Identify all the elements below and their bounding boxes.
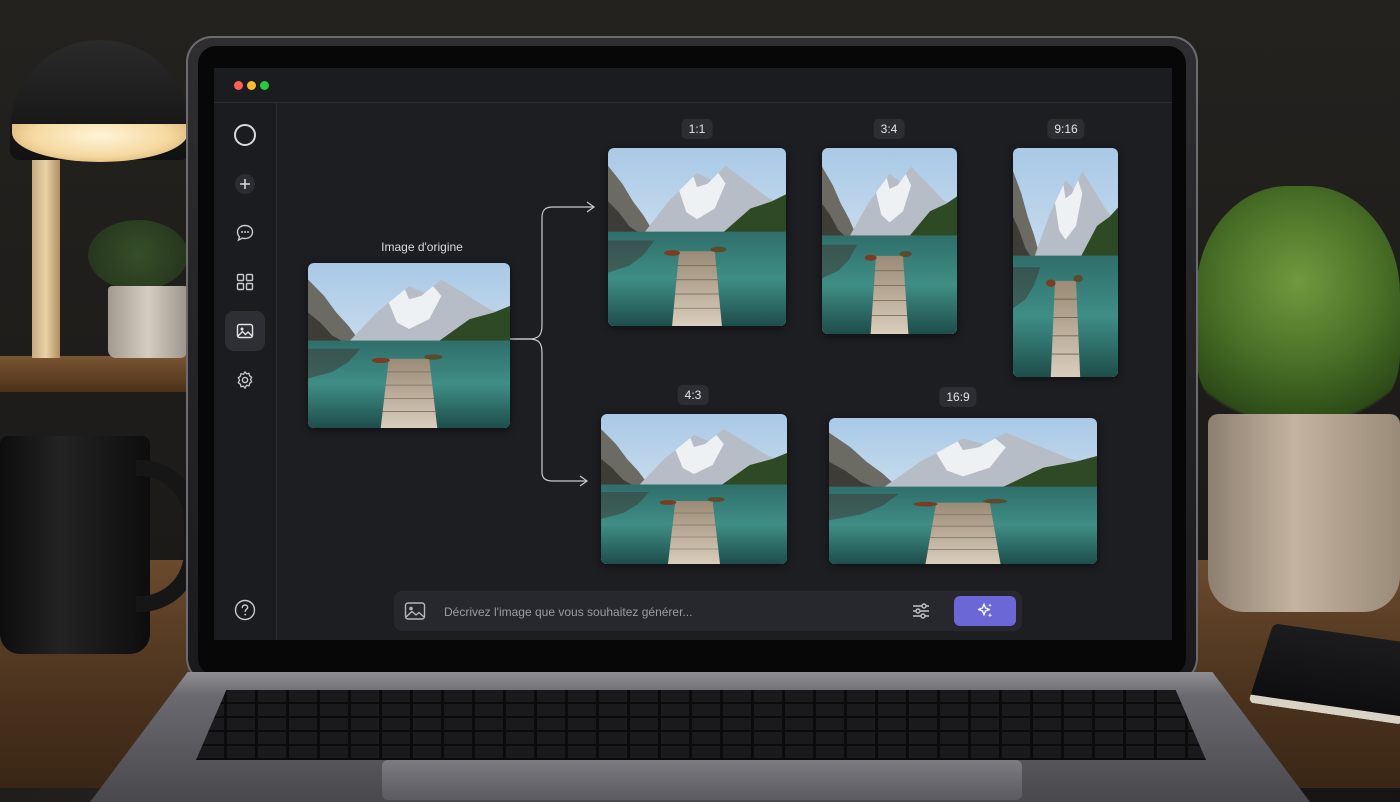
ratio-badge-16-9: 16:9 [939, 387, 977, 407]
close-window-button[interactable] [234, 81, 243, 90]
grid-icon [236, 273, 254, 291]
gear-icon [237, 371, 253, 389]
sidebar [214, 103, 277, 640]
ratio-badge-4-3: 4:3 [677, 385, 709, 405]
sidebar-image-button[interactable] [225, 311, 265, 351]
minimize-window-button[interactable] [247, 81, 256, 90]
desk-lamp-pole [32, 160, 60, 358]
sidebar-home-button[interactable] [227, 117, 263, 153]
image-icon [236, 323, 254, 339]
coffee-mug [0, 436, 150, 654]
circle-icon [234, 124, 256, 146]
app-window: Image d'origine 1:1 3:4 9:16 4:3 16:9 [214, 68, 1172, 640]
title-bar [214, 68, 1172, 103]
plant-pot [1208, 414, 1400, 612]
variant-image-16-9[interactable] [829, 418, 1097, 564]
background-shelf [0, 356, 195, 392]
background-plant [88, 220, 188, 290]
image-icon [404, 602, 426, 620]
laptop-trackpad [382, 760, 1022, 800]
sidebar-help-button[interactable] [227, 592, 263, 628]
sidebar-new-button[interactable] [227, 166, 263, 202]
original-image-label: Image d'origine [381, 240, 463, 254]
sidebar-settings-button[interactable] [227, 362, 263, 398]
prompt-input[interactable] [442, 591, 896, 633]
maximize-window-button[interactable] [260, 81, 269, 90]
variant-image-3-4[interactable] [822, 148, 957, 334]
background-pot [108, 286, 188, 358]
ratio-badge-3-4: 3:4 [873, 119, 905, 139]
potted-plant [1196, 186, 1400, 426]
prompt-settings-button[interactable] [910, 601, 932, 621]
variant-image-4-3[interactable] [601, 414, 787, 564]
help-icon [234, 599, 256, 621]
generate-button[interactable] [954, 596, 1016, 626]
ratio-badge-1-1: 1:1 [681, 119, 713, 139]
canvas-area: Image d'origine 1:1 3:4 9:16 4:3 16:9 [277, 103, 1172, 640]
sidebar-chat-button[interactable] [227, 215, 263, 251]
ratio-badge-9-16: 9:16 [1047, 119, 1085, 139]
laptop-keyboard [196, 690, 1206, 760]
sliders-icon [913, 603, 929, 619]
prompt-bar [394, 591, 1022, 633]
variant-image-9-16[interactable] [1013, 148, 1118, 377]
chat-icon [236, 224, 254, 242]
variant-image-1-1[interactable] [608, 148, 786, 326]
plus-icon [235, 174, 255, 194]
original-image[interactable] [308, 263, 510, 428]
sidebar-gallery-button[interactable] [227, 264, 263, 300]
attach-image-button[interactable] [404, 601, 426, 621]
sparkle-icon [977, 603, 993, 618]
